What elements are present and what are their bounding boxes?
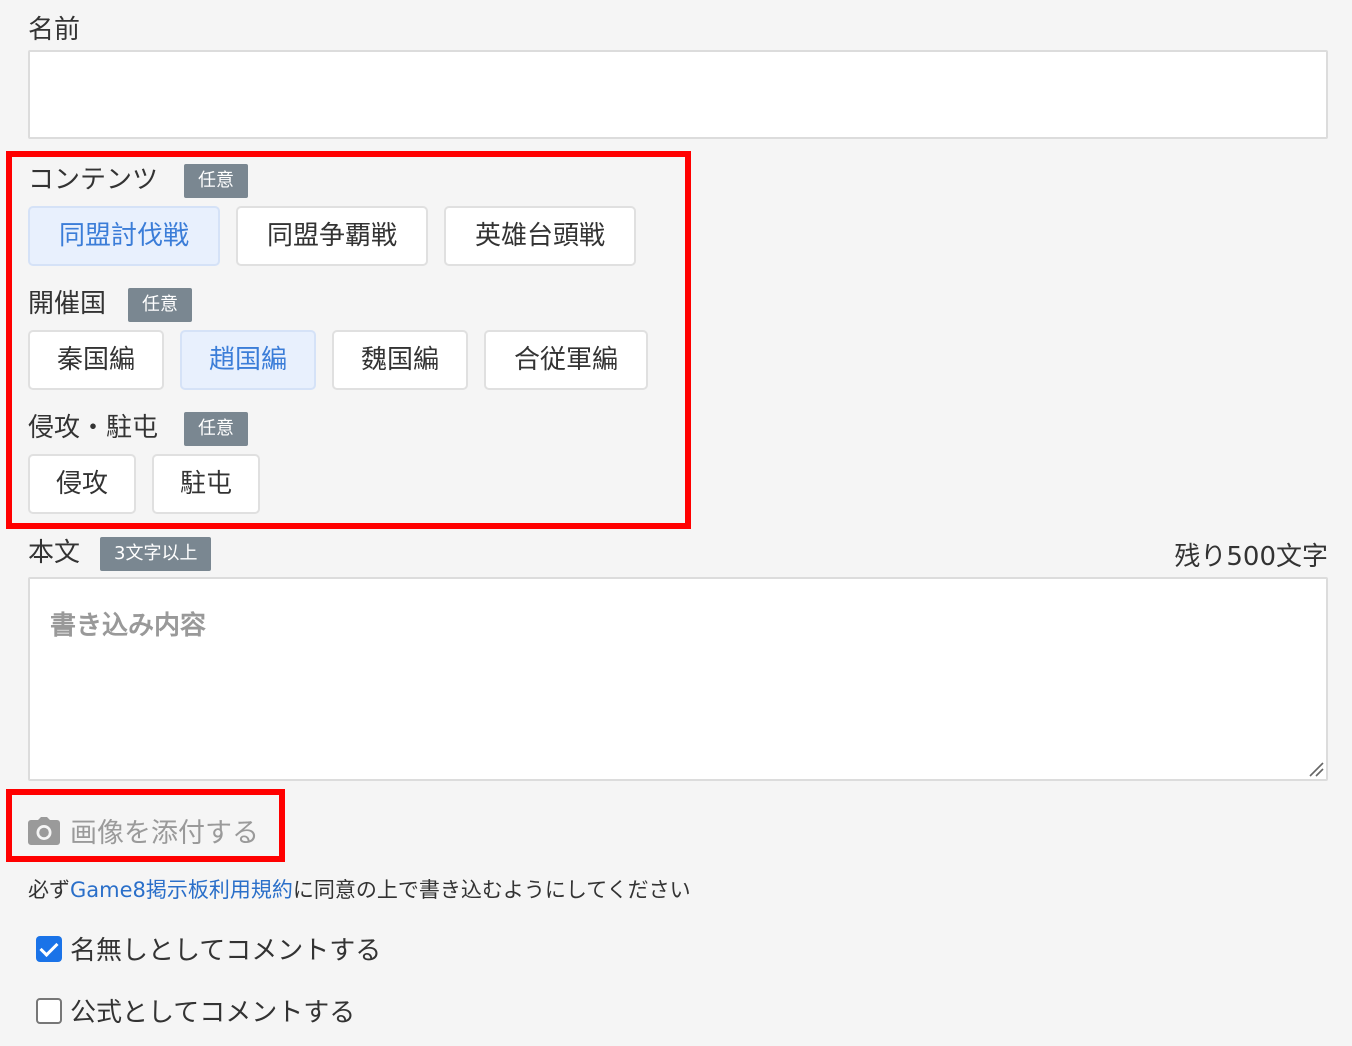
anonymous-checkbox-label: 名無しとしてコメントする	[70, 936, 382, 966]
host-country-option-wei[interactable]: 魏国編	[332, 330, 468, 390]
remaining-chars-counter: 残り500文字	[1174, 542, 1328, 572]
host-country-option-coalition[interactable]: 合従軍編	[484, 330, 648, 390]
terms-notice: 必ずGame8掲示板利用規約に同意の上で書き込むようにしてください	[28, 874, 691, 904]
invade-station-option-station[interactable]: 駐屯	[152, 454, 260, 514]
contents-option-hero-rise[interactable]: 英雄台頭戦	[444, 206, 636, 266]
contents-optional-badge: 任意	[184, 164, 248, 198]
official-checkbox[interactable]	[36, 997, 62, 1024]
camera-icon	[28, 816, 60, 845]
terms-prefix: 必ず	[28, 878, 70, 902]
attach-image-label: 画像を添付する	[70, 818, 259, 849]
contents-option-alliance-supremacy[interactable]: 同盟争覇戦	[236, 206, 428, 266]
body-label: 本文	[28, 538, 81, 568]
attach-image-button[interactable]: 画像を添付する	[28, 811, 259, 850]
host-country-optional-badge: 任意	[128, 288, 192, 322]
body-textarea[interactable]: 書き込み内容	[28, 577, 1328, 781]
name-label: 名前	[28, 15, 81, 45]
host-country-label: 開催国	[28, 289, 107, 319]
invade-station-option-invade[interactable]: 侵攻	[28, 454, 136, 514]
host-country-option-qin[interactable]: 秦国編	[28, 330, 164, 390]
name-input[interactable]	[28, 50, 1328, 139]
resize-grip-icon[interactable]	[1306, 759, 1324, 777]
host-country-option-zhao[interactable]: 趙国編	[180, 330, 316, 390]
anonymous-comment-option[interactable]: 名無しとしてコメントする	[36, 930, 381, 967]
official-checkbox-label: 公式としてコメントする	[70, 998, 356, 1028]
official-comment-option[interactable]: 公式としてコメントする	[36, 992, 355, 1029]
invade-station-optional-badge: 任意	[184, 412, 248, 446]
terms-link[interactable]: Game8掲示板利用規約	[70, 878, 293, 902]
contents-option-alliance-subjugation[interactable]: 同盟討伐戦	[28, 206, 220, 266]
contents-label: コンテンツ	[28, 165, 159, 195]
invade-station-label: 侵攻・駐屯	[28, 413, 159, 443]
body-min-length-badge: 3文字以上	[100, 537, 212, 571]
body-textarea-placeholder: 書き込み内容	[50, 611, 207, 641]
anonymous-checkbox[interactable]	[36, 935, 62, 962]
terms-suffix: に同意の上で書き込むようにしてください	[292, 878, 691, 902]
